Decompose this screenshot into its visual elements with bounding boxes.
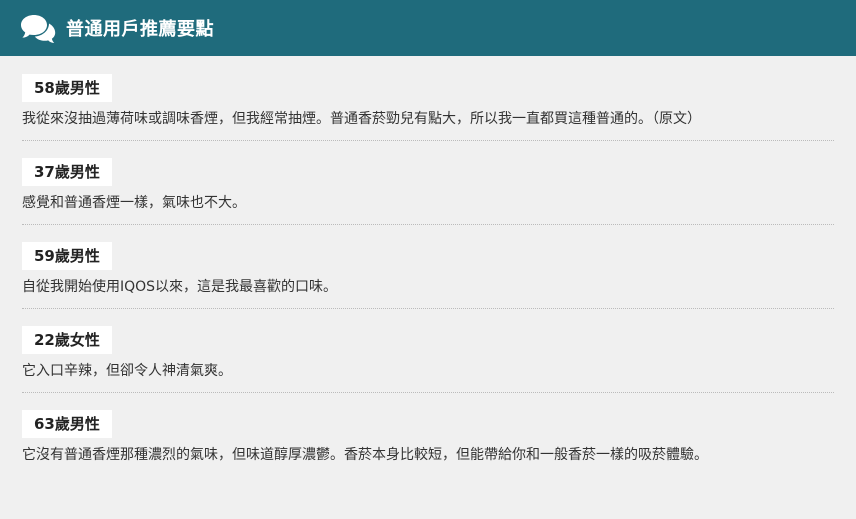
section-header: 普通用戶推薦要點: [0, 0, 856, 56]
review-item: 22歲女性 它入口辛辣，但卻令人神清氣爽。: [22, 326, 834, 393]
review-text: 我從來沒抽過薄荷味或調味香煙，但我經常抽煙。普通香菸勁兒有點大，所以我一直都買這…: [22, 111, 701, 127]
review-item: 59歲男性 自從我開始使用IQOS以來，這是我最喜歡的口味。: [22, 242, 834, 309]
page-title: 普通用戶推薦要點: [66, 19, 214, 40]
review-item: 63歲男性 它沒有普通香煙那種濃烈的氣味，但味道醇厚濃鬱。香菸本身比較短，但能帶…: [22, 410, 834, 476]
speech-bubbles-icon: [20, 12, 56, 44]
reviewer-badge: 58歲男性: [22, 74, 112, 102]
review-text: 感覺和普通香煙一樣，氣味也不大。: [22, 195, 246, 211]
reviewer-badge: 22歲女性: [22, 326, 112, 354]
review-list: 58歲男性 我從來沒抽過薄荷味或調味香煙，但我經常抽煙。普通香菸勁兒有點大，所以…: [0, 56, 856, 476]
reviewer-badge: 63歲男性: [22, 410, 112, 438]
review-item: 37歲男性 感覺和普通香煙一樣，氣味也不大。: [22, 158, 834, 225]
review-text: 它入口辛辣，但卻令人神清氣爽。: [22, 363, 232, 379]
reviewer-badge: 37歲男性: [22, 158, 112, 186]
review-text: 它沒有普通香煙那種濃烈的氣味，但味道醇厚濃鬱。香菸本身比較短，但能帶給你和一般香…: [22, 447, 708, 463]
review-text: 自從我開始使用IQOS以來，這是我最喜歡的口味。: [22, 279, 338, 295]
review-item: 58歲男性 我從來沒抽過薄荷味或調味香煙，但我經常抽煙。普通香菸勁兒有點大，所以…: [22, 74, 834, 141]
reviewer-badge: 59歲男性: [22, 242, 112, 270]
